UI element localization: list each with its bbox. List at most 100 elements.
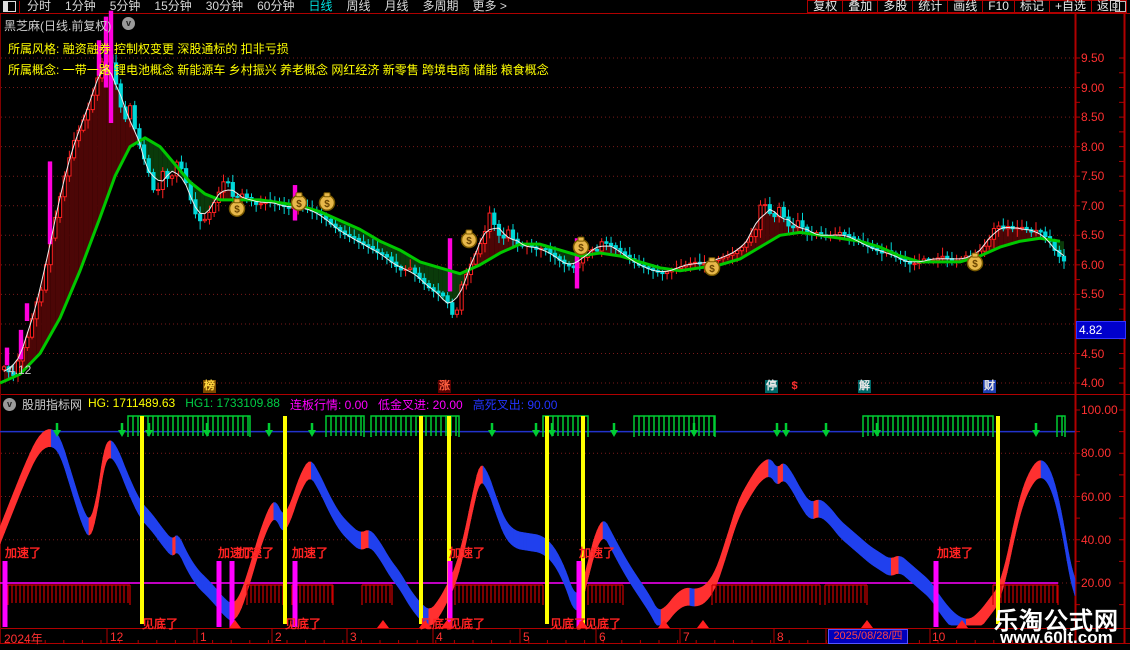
marked-candle <box>4 347 10 366</box>
ribbon-segment <box>478 465 482 488</box>
candle-body <box>1038 229 1043 233</box>
marked-candle <box>24 303 30 321</box>
ribbon-segment <box>539 535 544 556</box>
ribbon-segment <box>886 556 889 576</box>
toolbar-button-多股[interactable]: 多股 <box>878 0 914 13</box>
ribbon-segment <box>529 533 534 552</box>
candle-body <box>25 336 30 349</box>
ribbon-segment <box>316 468 319 491</box>
event-marker-涨[interactable]: 涨 <box>438 380 451 393</box>
toolbar-button-复权[interactable]: 复权 <box>807 0 844 13</box>
marked-candle <box>447 238 453 292</box>
ribbon-segment <box>296 479 299 504</box>
bottom-comb-signal <box>7 584 131 605</box>
ribbon-segment <box>1018 494 1022 520</box>
split-pane-icon[interactable] <box>3 1 16 12</box>
magenta-signal-bar <box>2 561 8 627</box>
down-arrow-icon <box>548 430 556 437</box>
ribbon-segment <box>519 531 524 551</box>
ribbon-segment <box>78 495 81 520</box>
ribbon-segment <box>772 460 775 483</box>
window-corner-icon[interactable] <box>1115 1 1126 12</box>
period-tab-1分钟[interactable]: 1分钟 <box>65 0 96 13</box>
ribbon-segment <box>323 482 327 506</box>
ribbon-segment <box>750 472 754 496</box>
event-marker-解[interactable]: 解 <box>858 380 871 393</box>
ribbon-segment <box>416 596 419 619</box>
candle-body <box>660 271 665 275</box>
event-marker-$[interactable]: $ <box>788 380 801 393</box>
toolbar-button-F10[interactable]: F10 <box>983 0 1015 13</box>
chart-canvas[interactable]: $ $ $ $ $ $ $ <box>0 0 1130 650</box>
period-tab-5分钟[interactable]: 5分钟 <box>110 0 141 13</box>
ribbon-segment <box>818 499 822 519</box>
period-tab-60分钟[interactable]: 60分钟 <box>257 0 294 13</box>
ribbon-segment <box>761 461 764 482</box>
candle-body <box>492 212 497 225</box>
top-comb-signal <box>633 415 716 437</box>
ribbon-segment <box>36 435 40 459</box>
toolbar-buttons: 复权 叠加 多股 统计 画线 F10 标记 +自选 返回 <box>807 0 1127 13</box>
ribbon-segment <box>774 463 777 484</box>
chevron-down-icon[interactable]: v <box>122 17 135 30</box>
period-tab-30分钟[interactable]: 30分钟 <box>206 0 243 13</box>
ribbon-segment <box>454 561 458 585</box>
ribbon-segment <box>742 486 746 511</box>
ribbon-segment <box>808 499 812 519</box>
ribbon-segment <box>596 526 600 548</box>
ribbon-segment <box>166 532 169 554</box>
ribbon-segment <box>16 476 21 502</box>
ribbon-segment <box>753 468 757 492</box>
ribbon-segment <box>843 522 847 544</box>
chevron-down-icon[interactable]: v <box>3 398 16 411</box>
ribbon-segment <box>172 536 175 556</box>
candle-body <box>664 271 670 275</box>
ribbon-segment <box>533 533 537 553</box>
ribbon-segment <box>222 595 226 617</box>
period-tab-月线[interactable]: 月线 <box>385 0 409 13</box>
event-marker-财[interactable]: 财 <box>983 380 996 393</box>
toolbar-button-标记[interactable]: 标记 <box>1014 0 1050 13</box>
ribbon-segment <box>236 594 240 618</box>
bottom-triangle-marker <box>861 620 873 628</box>
ribbon-segment <box>1006 546 1010 574</box>
ribbon-segment <box>682 588 685 608</box>
ribbon-segment <box>84 512 88 535</box>
ribbon-segment <box>648 593 652 617</box>
ribbon-segment <box>968 617 972 626</box>
ribbon-segment <box>276 503 279 525</box>
yellow-signal-line <box>419 416 423 624</box>
ribbon-segment <box>976 611 979 626</box>
toolbar-button-画线[interactable]: 画线 <box>948 0 984 13</box>
period-tab-日线[interactable]: 日线 <box>308 0 332 13</box>
ribbon-segment <box>253 544 257 571</box>
toolbar-button-+自选[interactable]: +自选 <box>1049 0 1092 13</box>
ribbon-segment <box>170 536 173 556</box>
ribbon-segment <box>440 591 444 615</box>
period-tab-15分钟[interactable]: 15分钟 <box>154 0 191 13</box>
period-tab-周线[interactable]: 周线 <box>346 0 370 13</box>
period-tab-更多 >[interactable]: 更多 > <box>473 0 507 13</box>
ribbon-segment <box>636 574 639 598</box>
ribbon-segment <box>1016 502 1020 528</box>
ribbon-segment <box>88 516 92 536</box>
ribbon-segment <box>494 493 498 517</box>
toolbar-button-统计[interactable]: 统计 <box>913 0 949 13</box>
ribbon-segment <box>792 473 796 497</box>
period-tab-多周期[interactable]: 多周期 <box>423 0 459 13</box>
ribbon-segment <box>1020 488 1024 513</box>
event-marker-停[interactable]: 停 <box>765 380 778 393</box>
ribbon-segment <box>876 549 879 570</box>
ribbon-segment <box>896 555 899 575</box>
ribbon-segment <box>692 588 695 607</box>
candle-body <box>440 292 446 297</box>
ribbon-segment <box>42 430 46 451</box>
ribbon-segment <box>626 558 629 582</box>
ribbon-segment <box>482 465 486 487</box>
period-tab-分时[interactable]: 分时 <box>27 0 51 13</box>
ribbon-segment <box>431 605 434 626</box>
toolbar-button-叠加[interactable]: 叠加 <box>843 0 879 13</box>
ribbon-segment <box>256 535 259 562</box>
ribbon-segment <box>567 576 571 601</box>
event-marker-榜[interactable]: 榜 <box>203 380 216 393</box>
